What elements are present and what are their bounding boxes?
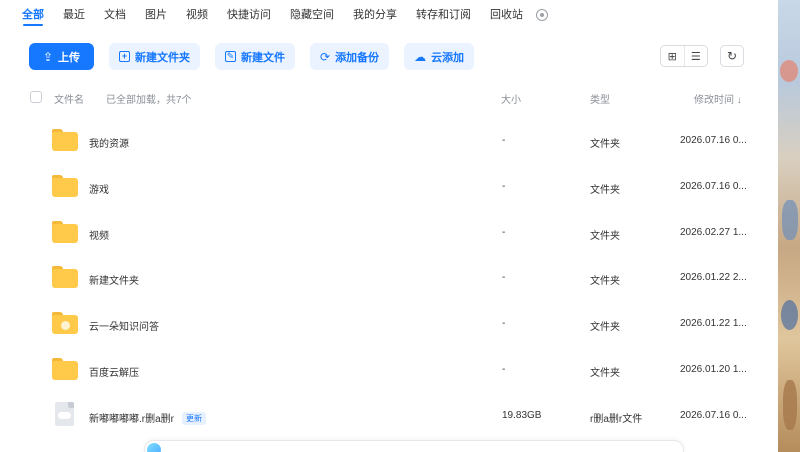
file-size: - xyxy=(502,180,506,192)
tab-all[interactable]: 全部 xyxy=(22,0,44,30)
folder-icon xyxy=(52,129,78,151)
folder-icon xyxy=(52,174,78,197)
new-file-icon: ✎ xyxy=(225,51,236,62)
file-size: 19.83GB xyxy=(502,409,542,421)
file-list-header: 文件名 已全部加载，共7个 大小 类型 修改时间 ↓ xyxy=(0,88,778,108)
refresh-icon[interactable]: ↻ xyxy=(720,45,744,67)
add-backup-label: 添加备份 xyxy=(335,51,380,64)
upload-label: 上传 xyxy=(58,51,81,64)
new-file-label: 新建文件 xyxy=(241,51,285,64)
file-manager: 全部 最近 文档 图片 视频 快捷访问 隐藏空间 我的分享 转存和订阅 回收站 … xyxy=(0,0,778,452)
column-size[interactable]: 大小 xyxy=(501,91,521,106)
tab-quick-access[interactable]: 快捷访问 xyxy=(227,0,271,30)
file-mtime: 2026.02.27 1... xyxy=(680,226,747,238)
file-name[interactable]: 百度云解压 xyxy=(89,364,139,379)
wallpaper-edge xyxy=(778,0,800,452)
tab-documents[interactable]: 文档 xyxy=(104,0,126,30)
file-name[interactable]: 视频 xyxy=(89,227,109,242)
cloud-upload-icon: ☁ xyxy=(414,49,427,64)
tab-hidden-space[interactable]: 隐藏空间 xyxy=(290,0,334,30)
add-backup-button[interactable]: ⟳ 添加备份 xyxy=(310,43,390,70)
view-toggle: ⊞ ☰ xyxy=(660,45,708,67)
new-folder-label: 新建文件夹 xyxy=(135,51,190,64)
column-name[interactable]: 文件名 xyxy=(54,91,84,106)
file-type: 文件夹 xyxy=(590,230,620,242)
file-type: 文件夹 xyxy=(590,276,620,288)
file-mtime: 2026.07.16 0... xyxy=(680,135,747,146)
folder-badge-icon xyxy=(52,312,78,335)
file-type: 文件夹 xyxy=(590,322,620,334)
tab-settings-icon[interactable] xyxy=(536,9,548,21)
column-type[interactable]: 类型 xyxy=(590,91,610,106)
file-name[interactable]: 我的资源 xyxy=(89,135,129,150)
file-name[interactable]: 云一朵知识问答 xyxy=(89,318,159,333)
file-type: 文件夹 xyxy=(590,367,620,379)
bottom-assistant-bar[interactable] xyxy=(144,440,684,452)
sort-desc-icon: ↓ xyxy=(736,95,742,106)
sync-icon: ⟳ xyxy=(320,49,331,64)
list-view-icon[interactable]: ☰ xyxy=(683,46,708,66)
file-row[interactable]: 游戏 - 文件夹 2026.07.16 0... xyxy=(0,164,778,210)
assistant-orb-icon[interactable] xyxy=(147,443,161,452)
tab-recycle-bin[interactable]: 回收站 xyxy=(490,0,523,30)
file-type: r删a删r文件 xyxy=(590,413,643,425)
file-name-text: 新嘟嘟嘟嘟.r删a删r xyxy=(89,413,174,425)
folder-icon xyxy=(52,266,78,289)
file-size: - xyxy=(502,272,506,284)
file-size: - xyxy=(502,318,506,330)
file-type: 文件夹 xyxy=(590,184,620,196)
file-mtime: 2026.01.22 2... xyxy=(680,272,747,284)
file-name[interactable]: 新建文件夹 xyxy=(89,272,139,287)
tab-videos[interactable]: 视频 xyxy=(186,0,208,30)
file-row[interactable]: 云一朵知识问答 - 文件夹 2026.01.22 1... xyxy=(0,301,778,347)
file-size: - xyxy=(502,135,506,146)
select-all-checkbox[interactable] xyxy=(30,91,42,103)
tab-images[interactable]: 图片 xyxy=(145,0,167,30)
folder-icon xyxy=(52,220,78,243)
add-folder-icon: + xyxy=(119,51,130,62)
upload-icon: ⇪ xyxy=(42,49,54,64)
column-modified-time-label: 修改时间 xyxy=(694,95,734,106)
tab-recent[interactable]: 最近 xyxy=(63,0,85,30)
file-mtime: 2026.01.22 1... xyxy=(680,318,747,330)
file-mtime: 2026.01.20 1... xyxy=(680,363,747,375)
file-row[interactable]: 百度云解压 - 文件夹 2026.01.20 1... xyxy=(0,347,778,393)
tab-transfers[interactable]: 转存和订阅 xyxy=(416,0,471,30)
file-mtime: 2026.07.16 0... xyxy=(680,409,747,421)
file-name[interactable]: 新嘟嘟嘟嘟.r删a删r 更新 xyxy=(89,410,206,425)
column-modified-time[interactable]: 修改时间 ↓ xyxy=(694,91,742,106)
grid-view-icon[interactable]: ⊞ xyxy=(661,46,684,66)
new-folder-button[interactable]: + 新建文件夹 xyxy=(109,43,200,70)
file-mtime: 2026.07.16 0... xyxy=(680,180,747,192)
file-row[interactable]: 新建文件夹 - 文件夹 2026.01.22 2... xyxy=(0,255,778,301)
toolbar: ⇪ 上传 + 新建文件夹 ✎ 新建文件 ⟳ 添加备份 ☁ 云添加 xyxy=(29,43,475,70)
file-row[interactable]: 新嘟嘟嘟嘟.r删a删r 更新 19.83GB r删a删r文件 2026.07.16… xyxy=(0,393,778,439)
category-tabs: 全部 最近 文档 图片 视频 快捷访问 隐藏空间 我的分享 转存和订阅 回收站 xyxy=(22,0,548,30)
folder-icon xyxy=(52,357,78,380)
file-size: - xyxy=(502,226,506,238)
update-badge: 更新 xyxy=(182,411,206,425)
cloud-add-label: 云添加 xyxy=(431,51,465,64)
file-row[interactable]: 视频 - 文件夹 2026.02.27 1... xyxy=(0,210,778,256)
file-row[interactable]: 我的资源 - 文件夹 2026.07.16 0... xyxy=(0,118,778,164)
cloud-add-button[interactable]: ☁ 云添加 xyxy=(404,43,475,70)
loaded-count: 已全部加载，共7个 xyxy=(106,95,192,106)
file-size: - xyxy=(502,363,506,375)
file-list: 我的资源 - 文件夹 2026.07.16 0... 游戏 - 文件夹 2026… xyxy=(0,118,778,439)
new-file-button[interactable]: ✎ 新建文件 xyxy=(215,43,295,70)
file-type: 文件夹 xyxy=(590,139,620,150)
file-name[interactable]: 游戏 xyxy=(89,181,109,196)
file-icon xyxy=(55,401,74,426)
tab-my-shares[interactable]: 我的分享 xyxy=(353,0,397,30)
upload-button[interactable]: ⇪ 上传 xyxy=(29,43,94,70)
